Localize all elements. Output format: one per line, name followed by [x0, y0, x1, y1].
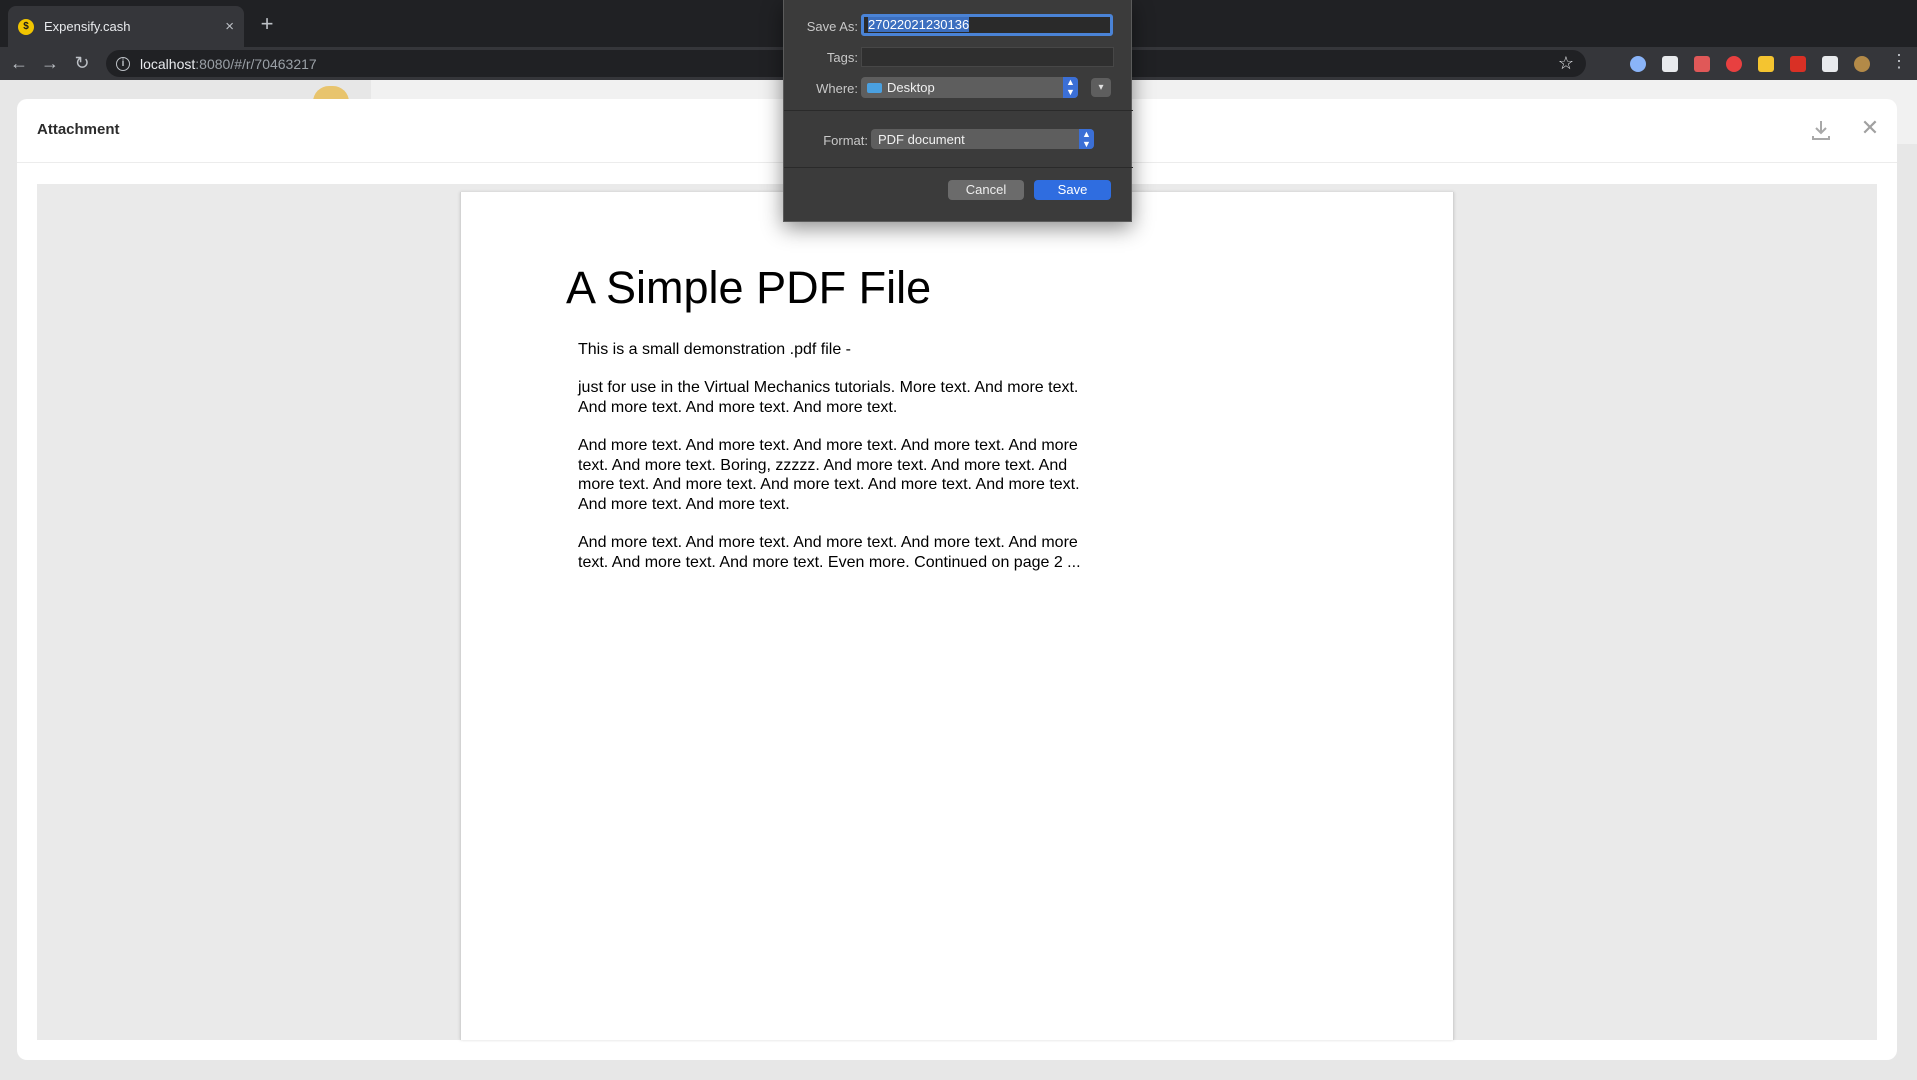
reload-button[interactable]: ↻ [70, 51, 94, 75]
chevron-updown-icon: ▲ ▼ [1063, 77, 1078, 98]
save-as-label: Save As: [806, 19, 858, 34]
url-path: :8080/#/r/70463217 [195, 55, 317, 72]
site-info-icon[interactable]: i [116, 56, 130, 71]
tab-close-icon[interactable]: × [225, 18, 234, 35]
where-label: Where: [816, 81, 858, 96]
extension-3-icon[interactable] [1694, 56, 1710, 72]
extension-5-icon[interactable] [1758, 56, 1774, 72]
profile-avatar[interactable] [1854, 56, 1870, 72]
back-button[interactable]: ← [7, 51, 31, 75]
where-select[interactable]: Desktop ▲ ▼ [861, 77, 1078, 98]
pdf-paragraph-3: And more text. And more text. And more t… [578, 437, 1080, 513]
browser-menu-icon[interactable]: ⋮ [1890, 51, 1908, 72]
tags-input[interactable] [861, 47, 1114, 67]
attachment-modal: Attachment ✕ A Simple PDF File This is a… [17, 99, 1897, 1060]
where-value: Desktop [887, 80, 935, 95]
save-as-input[interactable]: 27022021230136 [861, 14, 1113, 36]
dialog-divider [784, 167, 1133, 168]
new-tab-button[interactable]: + [255, 12, 279, 36]
modal-title: Attachment [37, 121, 120, 138]
tab-title: Expensify.cash [44, 19, 131, 34]
extension-1-icon[interactable] [1630, 56, 1646, 72]
format-label: Format: [823, 133, 868, 148]
save-dialog: Save As: 27022021230136 Tags: Where: Des… [783, 0, 1133, 222]
pdf-paragraph-1: This is a small demonstration .pdf file … [578, 341, 851, 358]
format-select[interactable]: PDF document ▲ ▼ [871, 129, 1094, 149]
pdf-title: A Simple PDF File [566, 262, 932, 313]
pdf-paragraph-2: just for use in the Virtual Mechanics tu… [578, 379, 1079, 416]
extension-6-icon[interactable] [1790, 56, 1806, 72]
expand-dialog-button[interactable]: ▾ [1091, 78, 1111, 97]
cancel-button[interactable]: Cancel [948, 180, 1024, 200]
browser-tab[interactable]: $ Expensify.cash × [8, 6, 244, 47]
chevron-updown-icon: ▲ ▼ [1079, 129, 1094, 149]
save-button[interactable]: Save [1034, 180, 1111, 200]
pdf-page: A Simple PDF File This is a small demons… [460, 192, 1454, 1040]
extension-4-icon[interactable] [1726, 56, 1742, 72]
pdf-viewer[interactable]: A Simple PDF File This is a small demons… [37, 184, 1877, 1040]
download-icon[interactable] [1811, 119, 1831, 141]
extensions-puzzle-icon[interactable] [1822, 56, 1838, 72]
format-value: PDF document [878, 131, 965, 147]
bookmark-star-icon[interactable]: ☆ [1558, 53, 1574, 74]
pdf-paragraph-4: And more text. And more text. And more t… [578, 534, 1081, 571]
dialog-divider [784, 110, 1133, 111]
folder-icon [867, 82, 882, 93]
expensify-favicon-icon: $ [18, 18, 34, 35]
extension-2-icon[interactable] [1662, 56, 1678, 72]
url-host: localhost [140, 55, 196, 72]
forward-button[interactable]: → [38, 51, 62, 75]
tags-label: Tags: [826, 50, 858, 65]
save-as-value: 27022021230136 [868, 17, 970, 32]
close-icon[interactable]: ✕ [1860, 117, 1880, 139]
